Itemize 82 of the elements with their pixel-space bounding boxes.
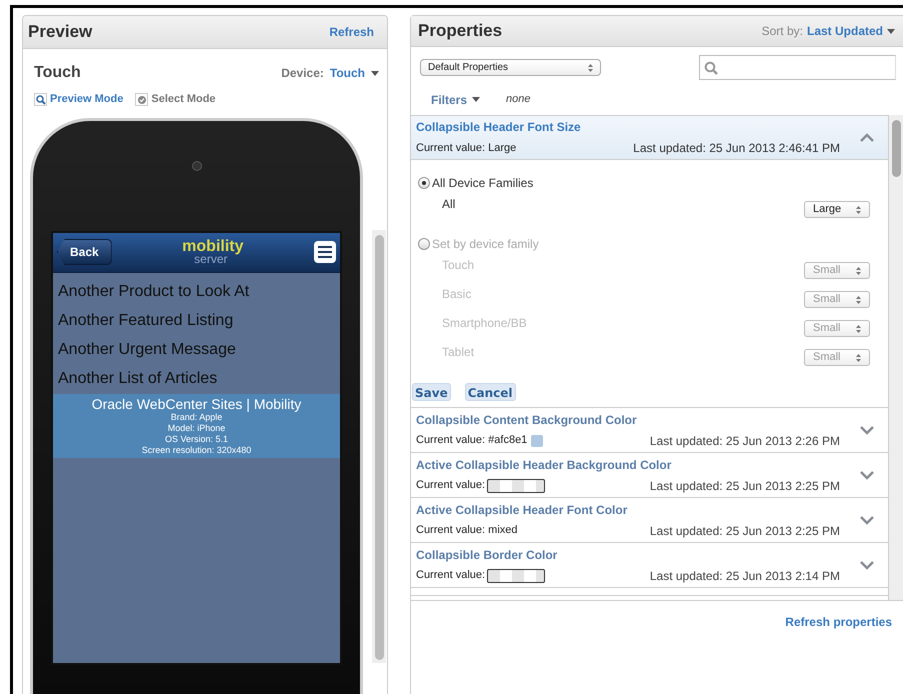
list-item[interactable]: Another List of Articles xyxy=(53,364,340,394)
property-header[interactable]: Collapsible Header Font Size Current value: Large Last updated: 25 Jun 2013 2:46:41 PM xyxy=(411,116,888,160)
device-dropdown[interactable]: Touch xyxy=(330,64,365,82)
stepper-icon xyxy=(856,324,861,332)
radio-option[interactable]: Set by device family xyxy=(418,235,870,253)
property-name: Collapsible Content Background Color xyxy=(416,412,638,428)
filters-dropdown[interactable]: Filters xyxy=(431,90,468,108)
phone-camera xyxy=(192,160,202,170)
mode-button[interactable]: Select Mode xyxy=(135,91,216,108)
current-value: Current value: #afc8e1 xyxy=(416,433,528,448)
footer-line: Model: iPhone xyxy=(166,422,226,434)
radio-button[interactable] xyxy=(418,177,430,189)
stepper-icon xyxy=(856,354,861,362)
chevron-down-icon[interactable] xyxy=(860,426,874,434)
device-family-label: Touch xyxy=(442,257,474,274)
transparent-swatch xyxy=(487,478,546,492)
size-select[interactable]: Small xyxy=(804,320,870,337)
last-updated: Last updated: 25 Jun 2013 2:25 PM xyxy=(650,478,840,494)
current-value: Current value: Large xyxy=(416,140,516,156)
logo-text: mobility xyxy=(182,239,244,255)
scrollbar[interactable] xyxy=(372,230,386,662)
form-button[interactable]: Save xyxy=(412,383,451,401)
last-updated: Last updated: 25 Jun 2013 2:25 PM xyxy=(650,522,840,540)
property-name: Active Collapsible Header Background Color xyxy=(416,456,672,474)
mode-button[interactable]: Preview Mode xyxy=(34,91,124,108)
list-item[interactable]: Another Product to Look At xyxy=(53,278,340,306)
stepper-icon xyxy=(856,296,861,304)
stepper-icon xyxy=(856,266,861,274)
panel-title: Properties xyxy=(418,20,502,42)
stepper-icon xyxy=(856,206,861,214)
panel-title: Preview xyxy=(28,21,92,44)
device-family-label: Basic xyxy=(442,286,472,303)
device-label: Device: xyxy=(281,65,324,82)
sort-dropdown[interactable]: Last Updated xyxy=(806,22,883,40)
menu-button[interactable] xyxy=(314,241,336,263)
chevron-down-icon[interactable] xyxy=(860,470,874,480)
search-icon xyxy=(34,92,47,106)
size-select[interactable]: Small xyxy=(804,262,870,279)
dropdown-arrow-icon[interactable] xyxy=(887,28,895,34)
list-item[interactable]: Another Urgent Message xyxy=(53,336,340,364)
search-field[interactable] xyxy=(699,55,896,80)
footer-line: Screen resolution: 320x480 xyxy=(140,444,252,456)
form-button[interactable]: Cancel xyxy=(464,383,516,401)
size-select[interactable]: Small xyxy=(804,291,870,308)
footer-line: Brand: Apple xyxy=(170,412,224,422)
dropdown-arrow-icon[interactable] xyxy=(472,97,480,102)
transparent-swatch xyxy=(487,568,546,582)
list-item[interactable]: Another Featured Listing xyxy=(53,306,340,336)
search-icon xyxy=(704,60,718,74)
chevron-down-icon[interactable] xyxy=(860,516,874,524)
last-updated: Last updated: 25 Jun 2013 2:14 PM xyxy=(650,568,840,584)
chevron-up-icon[interactable] xyxy=(860,133,874,142)
size-select[interactable]: Large xyxy=(804,201,870,218)
property-set-select[interactable]: Default Properties xyxy=(420,59,601,76)
property-name: Collapsible Border Color xyxy=(416,546,558,564)
device-family-label: Tablet xyxy=(442,344,474,361)
chevron-down-icon[interactable] xyxy=(860,560,874,570)
size-select[interactable]: Small xyxy=(804,349,870,366)
current-value: Current value: mixed xyxy=(416,523,518,538)
current-value: Current value: xyxy=(416,478,486,494)
property-name: Collapsible Header Font Size xyxy=(416,119,582,136)
check-icon xyxy=(135,92,148,106)
scrollbar[interactable] xyxy=(889,115,903,600)
radio-button[interactable] xyxy=(418,238,430,250)
logo-subtext: server xyxy=(194,253,228,265)
filters-value: none xyxy=(506,92,530,108)
device-title: Touch xyxy=(34,63,81,83)
footer-line: OS Version: 5.1 xyxy=(164,434,230,444)
property-name: Active Collapsible Header Font Color xyxy=(416,502,628,518)
refresh-link[interactable]: Refresh xyxy=(329,23,374,41)
radio-option[interactable]: All Device Families xyxy=(418,174,870,192)
dropdown-arrow-icon[interactable] xyxy=(371,70,379,76)
refresh-properties-link[interactable]: Refresh properties xyxy=(785,613,892,631)
current-value: Current value: xyxy=(416,568,486,584)
device-family-label: Smartphone/BB xyxy=(442,315,527,332)
device-family-label: All xyxy=(442,196,456,213)
last-updated: Last updated: 25 Jun 2013 2:26 PM xyxy=(650,432,840,450)
sort-label: Sort by: xyxy=(762,23,803,40)
last-updated: Last updated: 25 Jun 2013 2:46:41 PM xyxy=(633,140,840,157)
footer-title: Oracle WebCenter Sites | Mobility xyxy=(90,396,302,412)
back-button[interactable]: Back xyxy=(57,239,112,265)
stepper-icon xyxy=(588,64,593,72)
